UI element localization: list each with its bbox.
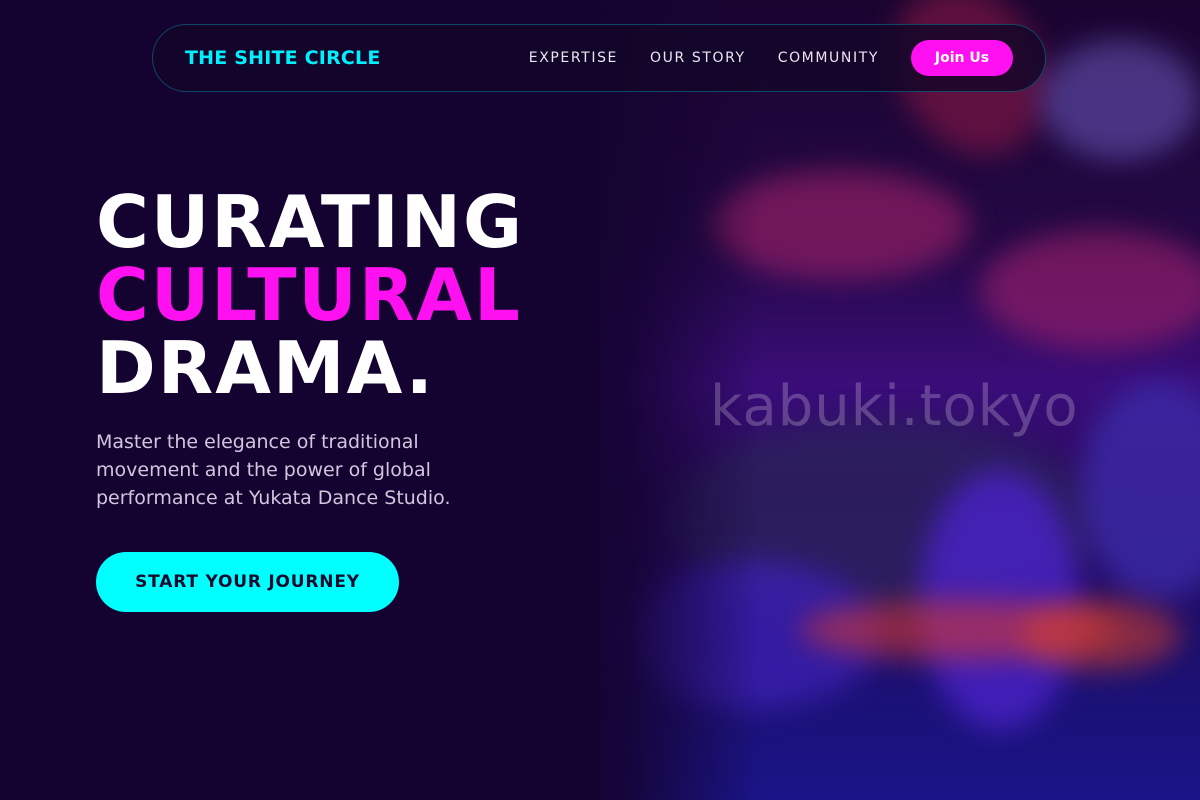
nav-links: EXPERTISE OUR STORY COMMUNITY Join Us — [529, 40, 1013, 76]
hero-headline: CURATING CULTURAL DRAMA. — [96, 186, 524, 405]
headline-line-1: CURATING — [96, 180, 525, 264]
hero-subtext: Master the elegance of traditional movem… — [96, 431, 451, 509]
nav-link-expertise[interactable]: EXPERTISE — [529, 50, 618, 66]
start-journey-button[interactable]: START YOUR JOURNEY — [96, 552, 399, 612]
image-watermark: kabuki.tokyo — [710, 374, 1079, 439]
headline-line-2: CULTURAL — [96, 253, 522, 337]
landing-page: kabuki.tokyo THE SHITE CIRCLE EXPERTISE … — [0, 0, 1200, 800]
nav-link-community[interactable]: COMMUNITY — [778, 50, 879, 66]
headline-line-3: DRAMA. — [96, 326, 435, 410]
top-navbar: THE SHITE CIRCLE EXPERTISE OUR STORY COM… — [152, 24, 1046, 92]
brand-logo[interactable]: THE SHITE CIRCLE — [185, 47, 381, 69]
join-us-button[interactable]: Join Us — [911, 40, 1013, 76]
nav-link-our-story[interactable]: OUR STORY — [650, 50, 746, 66]
